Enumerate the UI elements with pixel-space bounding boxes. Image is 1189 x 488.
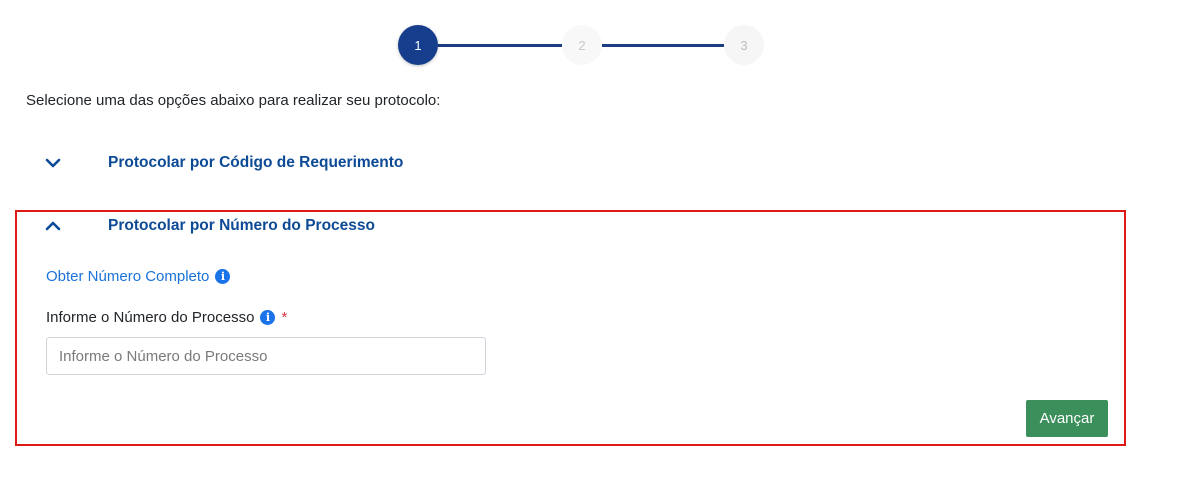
accordion-panel-numero-processo (15, 210, 1126, 446)
accordion-title: Protocolar por Código de Requerimento (108, 154, 404, 171)
link-label: Obter Número Completo (46, 268, 210, 285)
chevron-up-icon (26, 221, 82, 231)
obter-numero-completo-link[interactable]: Obter Número Completo i (46, 268, 231, 285)
accordion-header-codigo-requerimento[interactable]: Protocolar por Código de Requerimento (26, 148, 1106, 178)
chevron-down-icon (26, 158, 82, 168)
numero-processo-label: Informe o Número do Processo i * (46, 309, 287, 326)
page: 1 2 3 Selecione uma das opções abaixo pa… (0, 0, 1189, 488)
field-label-text: Informe o Número do Processo (46, 309, 255, 326)
step-1[interactable]: 1 (398, 25, 438, 65)
instructions-text: Selecione uma das opções abaixo para rea… (26, 92, 441, 109)
progress-stepper: 1 2 3 (398, 25, 764, 65)
numero-processo-input[interactable] (46, 337, 486, 375)
info-icon[interactable]: i (215, 269, 231, 284)
stepper-connector (602, 44, 724, 47)
avancar-button[interactable]: Avançar (1026, 400, 1108, 437)
stepper-connector (438, 44, 562, 47)
step-2[interactable]: 2 (562, 25, 602, 65)
info-icon[interactable]: i (260, 310, 276, 325)
step-3[interactable]: 3 (724, 25, 764, 65)
required-asterisk: * (281, 309, 288, 326)
accordion-header-numero-processo[interactable]: Protocolar por Número do Processo (26, 211, 1106, 241)
accordion-title: Protocolar por Número do Processo (108, 217, 375, 234)
